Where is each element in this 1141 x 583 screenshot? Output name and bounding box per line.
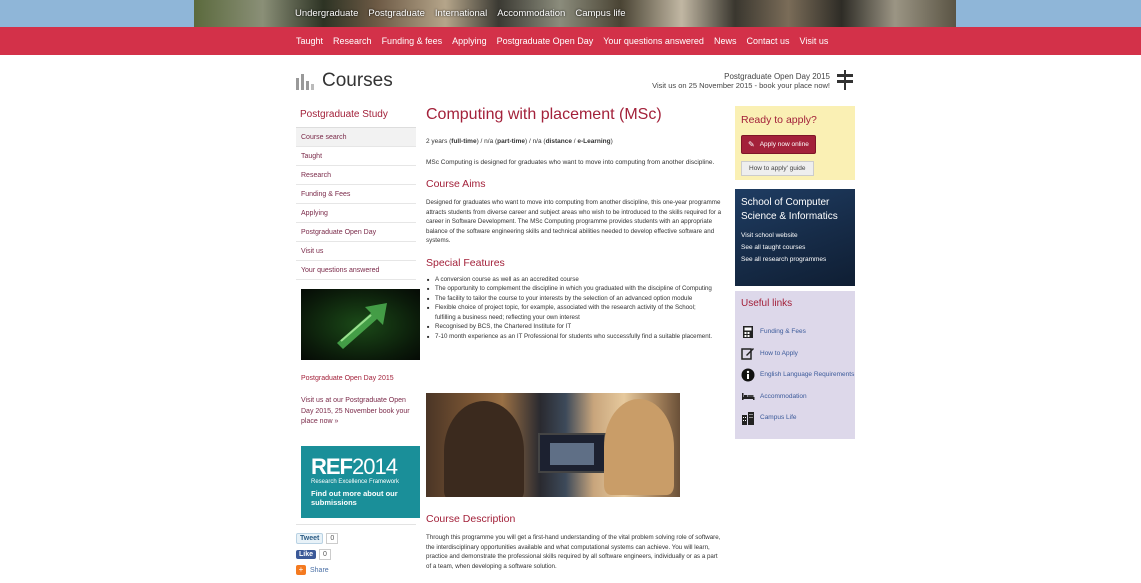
- share-icon: +: [296, 565, 306, 575]
- useful-links-heading: Useful links: [741, 298, 793, 309]
- course-duration: 2 years (full-time) / n/a (part-time) / …: [426, 138, 613, 145]
- sidebar-item-questions[interactable]: Your questions answered: [296, 261, 416, 280]
- top-nav-accommodation[interactable]: Accommodation: [492, 8, 570, 19]
- section-nav: Taught Research Funding & fees Applying …: [296, 36, 838, 46]
- signpost-icon: [837, 70, 853, 90]
- promo-link[interactable]: Visit us at our Postgraduate Open Day 20…: [301, 396, 413, 428]
- promo-title[interactable]: Postgraduate Open Day 2015: [301, 375, 394, 382]
- sidebar-item-research[interactable]: Research: [296, 166, 416, 185]
- apply-heading: Ready to apply?: [741, 114, 817, 126]
- special-features-heading: Special Features: [426, 256, 505, 269]
- nav-questions[interactable]: Your questions answered: [603, 36, 704, 46]
- course-aims-text: Designed for graduates who want to move …: [426, 199, 722, 244]
- course-description-text: Through this programme you will get a fi…: [426, 534, 721, 570]
- nav-funding-fees[interactable]: Funding & fees: [382, 36, 443, 46]
- building-icon: [742, 411, 754, 425]
- useful-link-accommodation[interactable]: Accommodation: [741, 386, 849, 408]
- course-title: Computing with placement (MSc): [426, 106, 662, 123]
- nav-applying[interactable]: Applying: [452, 36, 487, 46]
- students-photo: [426, 393, 680, 497]
- nav-visit[interactable]: Visit us: [800, 36, 829, 46]
- list-item: 7-10 month experience as an IT Professio…: [426, 332, 718, 342]
- school-panel: School of Computer Science & Informatics…: [735, 189, 855, 286]
- edit-icon: [741, 348, 754, 360]
- school-website-link[interactable]: Visit school website: [741, 232, 849, 239]
- course-description-heading: Course Description: [426, 513, 516, 525]
- nav-contact[interactable]: Contact us: [746, 36, 789, 46]
- sidebar-item-course-search[interactable]: Course search: [296, 128, 416, 147]
- useful-link-campus-life[interactable]: Campus Life: [741, 407, 849, 429]
- page-section-title: Courses: [322, 70, 393, 91]
- top-nav: Undergraduate Postgraduate International…: [290, 8, 631, 19]
- open-day-text: Visit us on 25 November 2015 - book your…: [652, 81, 830, 90]
- bed-icon: [742, 393, 755, 401]
- useful-link-funding[interactable]: Funding & Fees: [741, 321, 849, 343]
- sidebar-item-funding[interactable]: Funding & Fees: [296, 185, 416, 204]
- top-nav-campus-life[interactable]: Campus life: [570, 8, 630, 19]
- useful-link-how-to-apply[interactable]: How to Apply: [741, 343, 849, 365]
- nav-news[interactable]: News: [714, 36, 737, 46]
- arrow-icon: [337, 303, 387, 349]
- social-buttons: Tweet 0 Like 0 + Share: [296, 533, 416, 580]
- share-label: Share: [310, 566, 329, 574]
- tweet-count: 0: [326, 533, 339, 544]
- top-nav-postgraduate[interactable]: Postgraduate: [363, 8, 430, 19]
- school-title[interactable]: School of Computer Science & Informatics: [741, 196, 849, 224]
- calculator-icon: [743, 325, 753, 338]
- list-item: Recognised by BCS, the Chartered Institu…: [426, 322, 718, 332]
- useful-link-english[interactable]: English Language Requirements: [741, 364, 854, 386]
- useful-links-panel: Useful links Funding & Fees How to Apply…: [735, 291, 855, 439]
- nav-research[interactable]: Research: [333, 36, 372, 46]
- share-button[interactable]: + Share: [296, 565, 416, 575]
- facebook-like-button[interactable]: Like: [296, 550, 317, 559]
- edit-icon: ✎: [748, 140, 755, 149]
- open-day-title: Postgraduate Open Day 2015: [724, 72, 830, 81]
- tweet-button[interactable]: Tweet: [296, 533, 324, 544]
- nav-open-day[interactable]: Postgraduate Open Day: [497, 36, 594, 46]
- sidebar-heading[interactable]: Postgraduate Study: [296, 106, 416, 128]
- special-features-list: A conversion course as well as an accred…: [426, 275, 718, 342]
- course-aims-heading: Course Aims: [426, 178, 486, 190]
- course-description: Course Description Through this programm…: [426, 513, 726, 571]
- ref2014-banner[interactable]: REF2014 Research Excellence Framework Fi…: [301, 446, 420, 518]
- list-item: The facility to tailor the course to you…: [426, 294, 718, 304]
- like-count: 0: [319, 549, 331, 560]
- ref-logo: REF2014: [311, 454, 398, 479]
- taught-courses-link[interactable]: See all taught courses: [741, 244, 849, 251]
- section-nav-bar: Taught Research Funding & fees Applying …: [0, 27, 1141, 55]
- nav-taught[interactable]: Taught: [296, 36, 323, 46]
- ref-subtitle: Research Excellence Framework: [311, 479, 400, 485]
- top-nav-international[interactable]: International: [430, 8, 492, 19]
- open-day-promo-image[interactable]: [301, 289, 420, 360]
- sidebar-item-visit[interactable]: Visit us: [296, 242, 416, 261]
- research-programmes-link[interactable]: See all research programmes: [741, 256, 849, 263]
- list-item: Flexible choice of project topic, for ex…: [426, 303, 718, 322]
- how-to-apply-guide-button[interactable]: How to apply' guide: [741, 161, 814, 176]
- sidebar-item-applying[interactable]: Applying: [296, 204, 416, 223]
- open-day-banner[interactable]: Postgraduate Open Day 2015 Visit us on 2…: [652, 72, 830, 90]
- info-icon: [741, 368, 755, 382]
- course-intro: MSc Computing is designed for graduates …: [426, 159, 715, 166]
- sidebar-item-open-day[interactable]: Postgraduate Open Day: [296, 223, 416, 242]
- list-item: The opportunity to complement the discip…: [426, 284, 718, 294]
- main-content: Computing with placement (MSc) 2 years (…: [426, 106, 726, 341]
- courses-logo-icon: [296, 74, 314, 90]
- ref-link[interactable]: Find out more about our submissions: [311, 489, 410, 507]
- divider: [296, 524, 416, 525]
- sidebar-item-taught[interactable]: Taught: [296, 147, 416, 166]
- apply-now-button[interactable]: ✎ Apply now online: [741, 135, 816, 154]
- list-item: A conversion course as well as an accred…: [426, 275, 718, 285]
- apply-panel: Ready to apply? ✎ Apply now online How to…: [735, 106, 855, 180]
- top-nav-undergraduate[interactable]: Undergraduate: [290, 8, 363, 19]
- sidebar: Postgraduate Study Course search Taught …: [296, 106, 416, 280]
